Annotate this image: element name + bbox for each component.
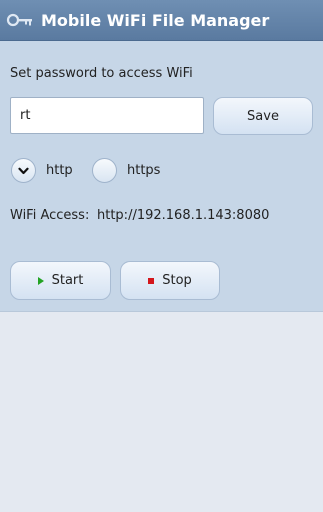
title-bar: Mobile WiFi File Manager [0, 0, 323, 41]
save-button[interactable]: Save [213, 97, 313, 135]
start-label: Start [51, 273, 84, 288]
stop-button[interactable]: Stop [120, 261, 220, 300]
app-title: Mobile WiFi File Manager [41, 10, 270, 30]
https-radio[interactable] [92, 158, 117, 183]
checkmark-icon [18, 167, 29, 174]
start-button[interactable]: Start [10, 261, 111, 300]
settings-panel: Set password to access WiFi Save http ht… [0, 41, 323, 312]
wifi-access-label: WiFi Access: [10, 208, 90, 223]
password-input[interactable] [10, 97, 204, 134]
key-icon [6, 13, 32, 27]
play-icon [37, 276, 44, 285]
http-radio[interactable] [11, 158, 36, 183]
stop-icon [148, 277, 155, 284]
https-label: https [127, 163, 161, 178]
wifi-access-url: http://192.168.1.143:8080 [97, 208, 270, 223]
http-label: http [46, 163, 73, 178]
password-prompt: Set password to access WiFi [10, 66, 193, 81]
stop-label: Stop [162, 273, 192, 288]
